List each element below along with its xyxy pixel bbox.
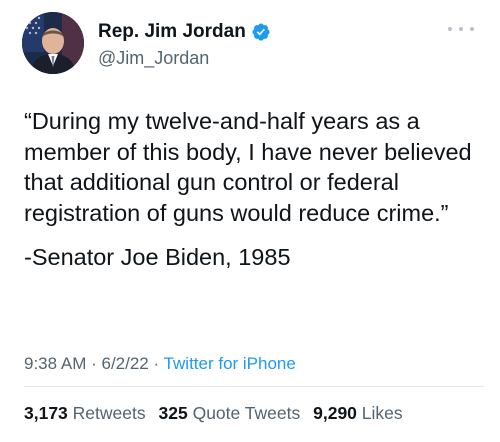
tweet-date[interactable]: 6/2/22 — [101, 354, 148, 373]
avatar[interactable] — [22, 12, 84, 74]
meta-separator: · — [148, 354, 164, 373]
tweet-meta: 9:38 AM · 6/2/22 · Twitter for iPhone — [24, 354, 296, 374]
author-block: Rep. Jim Jordan @Jim_Jordan — [98, 20, 271, 69]
dot — [448, 27, 452, 31]
dot — [470, 27, 474, 31]
name-row: Rep. Jim Jordan — [98, 20, 271, 44]
handle[interactable]: @Jim_Jordan — [98, 48, 271, 69]
likes-count: 9,290 — [313, 403, 357, 423]
tweet-source[interactable]: Twitter for iPhone — [164, 354, 296, 373]
divider — [24, 386, 484, 387]
more-options-icon[interactable] — [448, 22, 474, 36]
quote-tweets-stat[interactable]: 325 Quote Tweets — [159, 403, 301, 423]
avatar-image — [22, 12, 84, 74]
tweet-attribution: -Senator Joe Biden, 1985 — [24, 244, 291, 270]
likes-stat[interactable]: 9,290 Likes — [313, 403, 403, 423]
tweet-header: Rep. Jim Jordan @Jim_Jordan — [22, 12, 478, 76]
tweet-time[interactable]: 9:38 AM — [24, 354, 86, 373]
retweets-stat[interactable]: 3,173 Retweets — [24, 403, 146, 423]
tweet: Rep. Jim Jordan @Jim_Jordan “During my t… — [0, 0, 500, 442]
verified-badge-icon — [252, 23, 270, 41]
quote-tweets-label: Quote Tweets — [192, 403, 301, 423]
tweet-text: “During my twelve-and-half years as a me… — [24, 106, 484, 273]
retweets-label: Retweets — [72, 403, 146, 423]
meta-separator: · — [86, 354, 102, 373]
dot — [459, 27, 463, 31]
display-name[interactable]: Rep. Jim Jordan — [98, 21, 246, 43]
retweets-count: 3,173 — [24, 403, 68, 423]
likes-label: Likes — [361, 403, 403, 423]
tweet-stats: 3,173 Retweets 325 Quote Tweets 9,290 Li… — [24, 403, 403, 424]
tweet-quote: “During my twelve-and-half years as a me… — [24, 108, 472, 226]
quote-tweets-count: 325 — [158, 403, 188, 423]
